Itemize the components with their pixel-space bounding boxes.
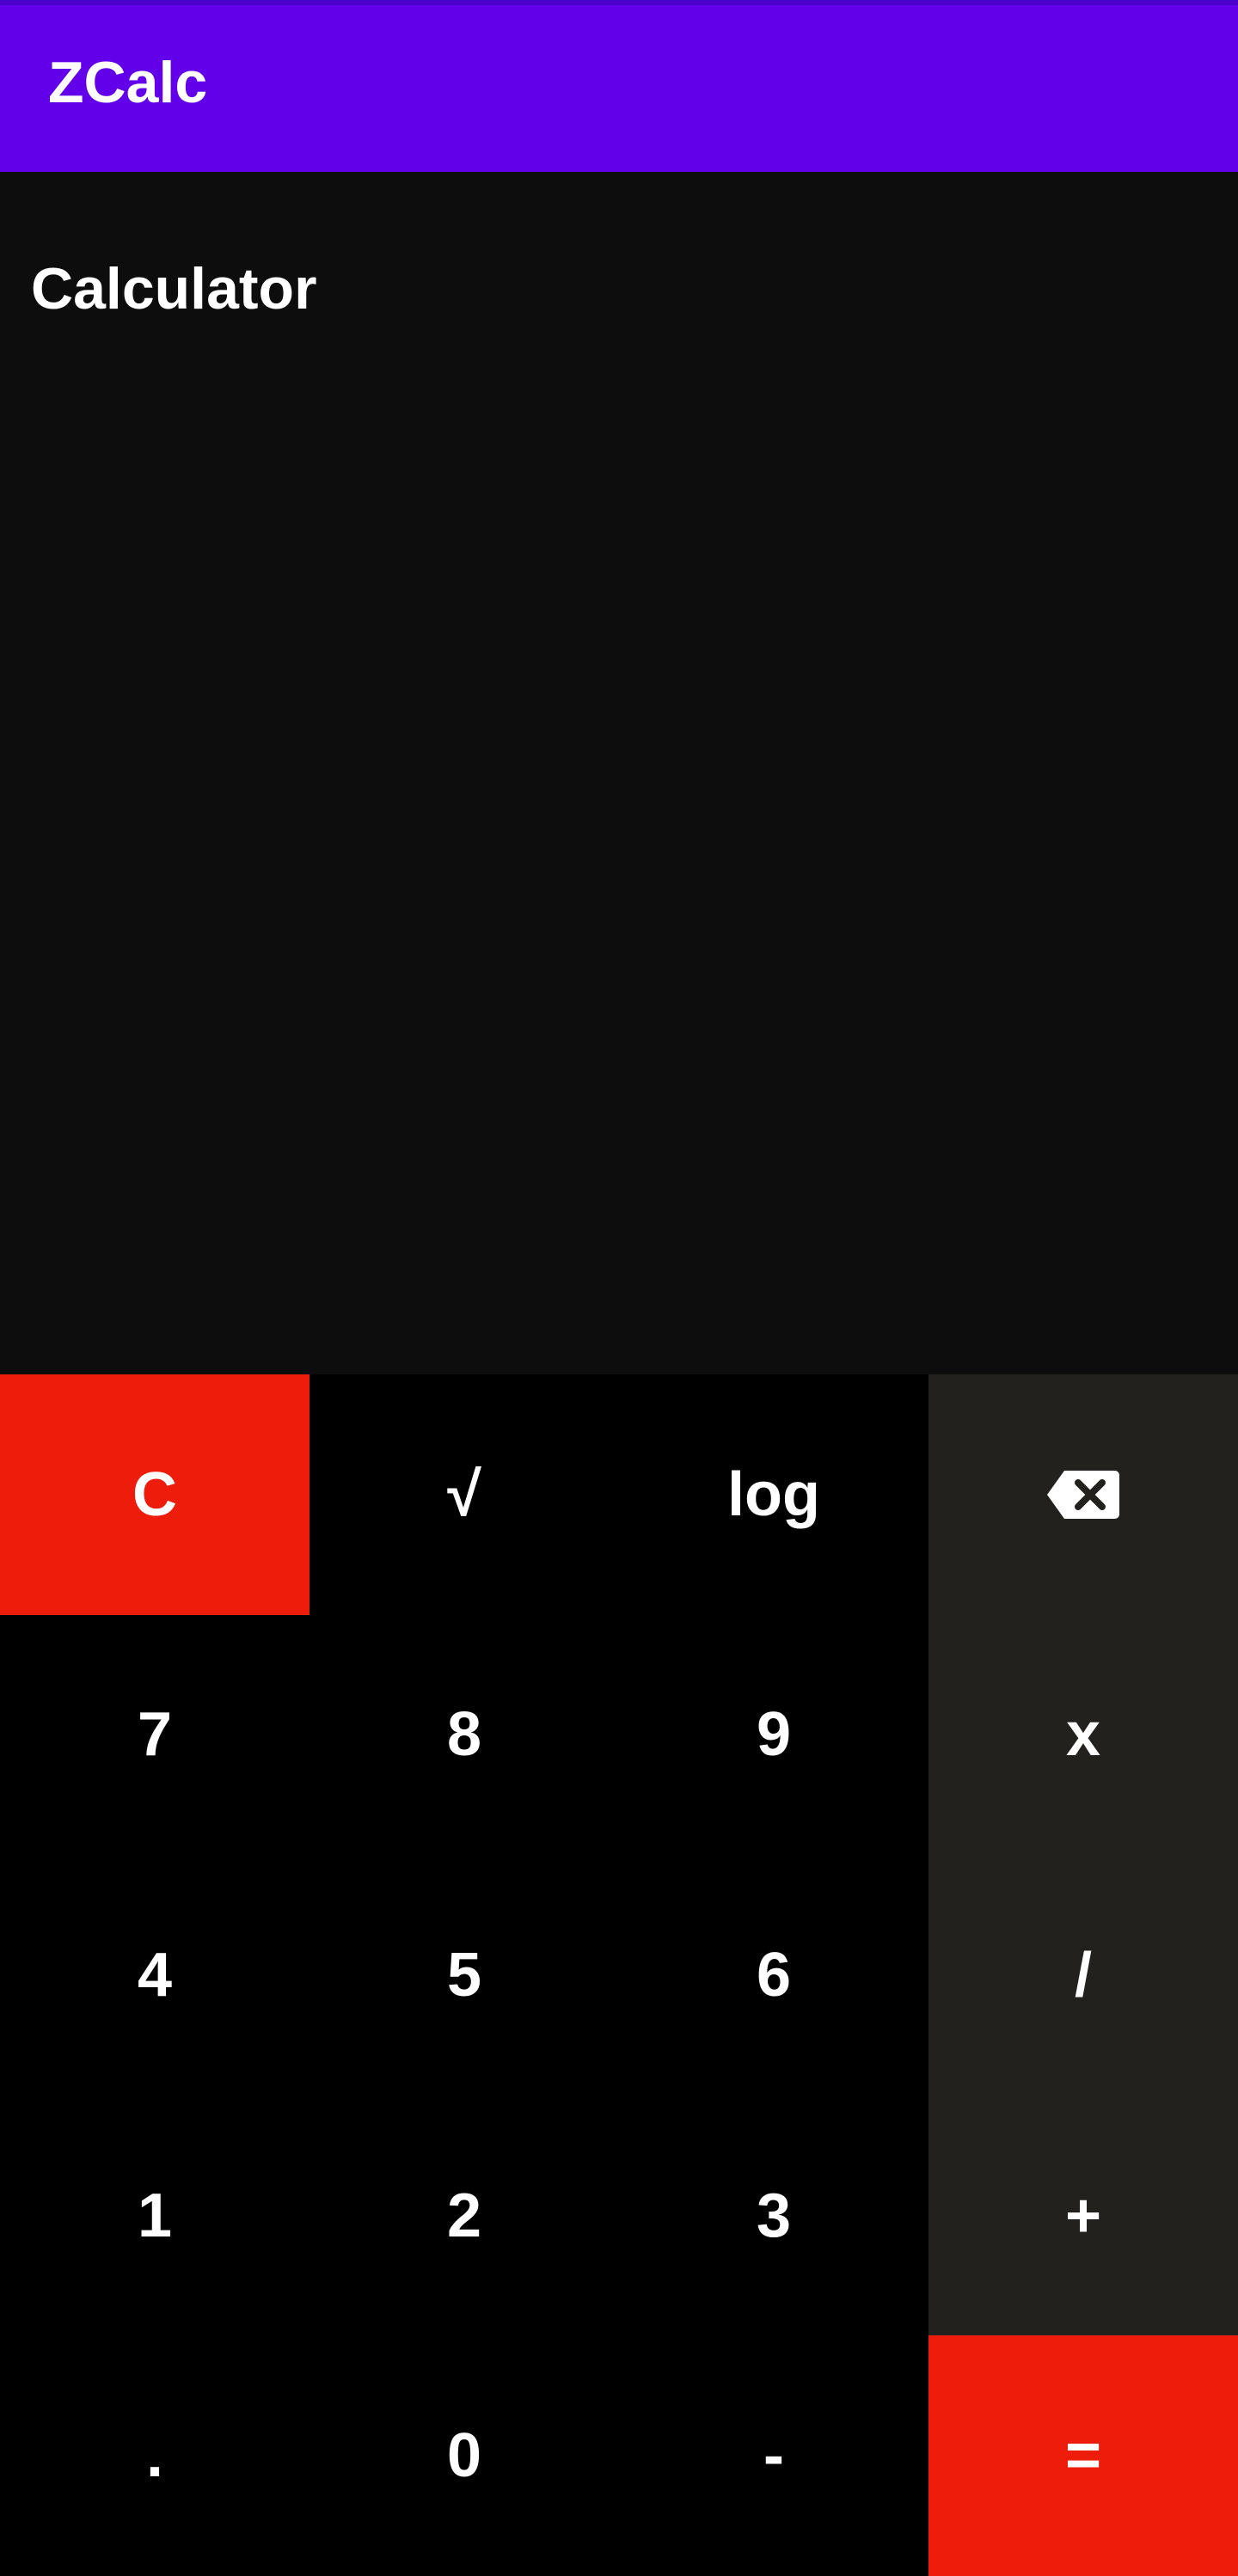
minus-button[interactable]: -	[619, 2335, 929, 2576]
digit-7-button[interactable]: 7	[0, 1614, 310, 1856]
digit-9-button[interactable]: 9	[619, 1614, 929, 1856]
digit-2-button[interactable]: 2	[310, 2095, 619, 2336]
digit-0-button[interactable]: 0	[310, 2335, 619, 2576]
digit-8-button[interactable]: 8	[310, 1614, 619, 1856]
sqrt-button[interactable]: √	[310, 1374, 619, 1615]
multiply-button[interactable]: x	[929, 1614, 1238, 1856]
digit-6-button[interactable]: 6	[619, 1855, 929, 2096]
backspace-icon	[1047, 1470, 1119, 1519]
digit-4-button[interactable]: 4	[0, 1855, 310, 2096]
backspace-button[interactable]	[929, 1374, 1238, 1615]
equals-button[interactable]: =	[929, 2335, 1238, 2576]
display-title: Calculator	[31, 256, 317, 321]
decimal-button[interactable]: .	[0, 2335, 310, 2576]
plus-button[interactable]: +	[929, 2095, 1238, 2336]
clear-button[interactable]: C	[0, 1374, 310, 1615]
divide-button[interactable]: /	[929, 1855, 1238, 2096]
digit-3-button[interactable]: 3	[619, 2095, 929, 2336]
keypad: C √ log 7 8 9 x 4 5 6 / 1 2 3 + . 0 - =	[0, 1374, 1238, 2576]
calculator-app: ZCalc Calculator C √ log 7 8 9 x 4 5 6 /…	[0, 0, 1238, 2576]
digit-1-button[interactable]: 1	[0, 2095, 310, 2336]
log-button[interactable]: log	[619, 1374, 929, 1615]
app-title: ZCalc	[48, 50, 208, 115]
digit-5-button[interactable]: 5	[310, 1855, 619, 2096]
app-bar: ZCalc	[0, 0, 1238, 172]
display-area: Calculator	[0, 172, 1238, 1374]
